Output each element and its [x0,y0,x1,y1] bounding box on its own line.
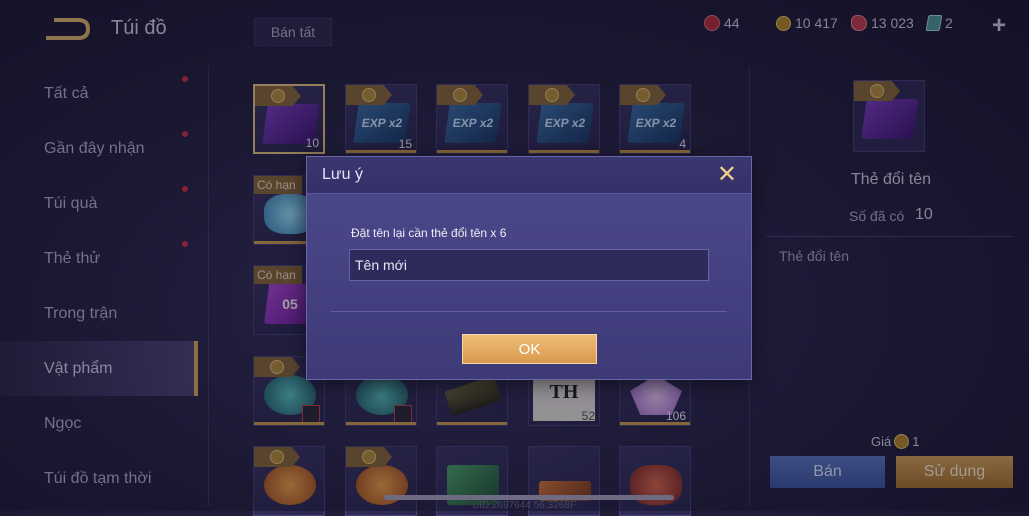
new-name-input[interactable] [349,249,709,281]
ok-button[interactable]: OK [462,334,597,364]
rename-dialog: Lưu ý ✕ Đặt tên lại cần thẻ đổi tên x 6 … [306,156,752,380]
close-icon[interactable]: ✕ [717,163,737,187]
dialog-message: Đặt tên lại cần thẻ đổi tên x 6 [351,226,507,240]
dialog-title: Lưu ý [322,166,363,183]
divider [331,311,727,312]
dialog-header: Lưu ý ✕ [307,157,751,194]
